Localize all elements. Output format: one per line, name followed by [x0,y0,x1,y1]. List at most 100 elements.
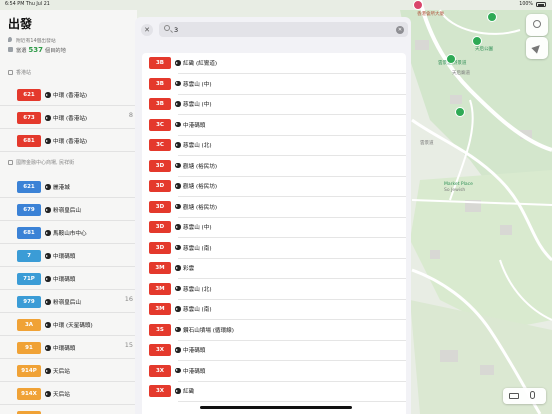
route-badge: 3B [149,98,171,110]
search-result-row[interactable]: 3C 中港碼頭 [142,115,406,136]
direction-arrow-icon [175,203,181,209]
direction-arrow-icon [175,367,181,373]
departure-row[interactable]: 679 粉嶺皇后山 [0,198,137,221]
departure-row[interactable]: 621 中環 (香港站) [0,83,137,106]
route-badge: 3X [149,344,171,356]
departure-row[interactable]: 914X 天后站 [0,382,137,405]
direction-arrow-icon [45,299,51,305]
route-badge: 679 [17,204,41,216]
map-pin[interactable] [455,107,465,117]
destination-label: 中環碼頭 [53,277,76,283]
departure-row[interactable]: 673 中環 (香港站) 8 [0,106,137,129]
home-indicator[interactable] [200,406,352,409]
search-result-row[interactable]: 3D 觀塘 (裕民坊) [142,156,406,177]
route-badge: 3M [149,303,171,315]
battery-icon [536,2,546,7]
direction-arrow-icon [175,265,181,271]
destination-label: 中環 (天星碼頭) [53,323,93,329]
search-result-row[interactable]: 3D 慈雲山 (中) [142,217,406,238]
departure-row[interactable]: 3A 中環 (天星碼頭) [0,313,137,336]
status-right: 100% [519,2,546,7]
destination-label: 中環 (香港站) [53,93,88,99]
search-result-row[interactable]: 3S 鑽石山墳場 (循環線) [142,320,406,341]
route-search-modal: ✕ ✕ 3B紅磡 (紅鸞道)3B慈雲山 (中)3B慈雲山 (中)3C中港碼頭3C… [135,17,411,414]
map-pin[interactable] [472,36,482,46]
destination-label: 中環 (香港站) [53,139,88,145]
departure-row[interactable]: 681 馬鞍山市中心 [0,221,137,244]
info-icon [533,20,541,28]
route-badge: 3X [149,385,171,397]
route-badge: 3S [149,323,171,336]
destination-label: 中港碼頭 [183,348,206,354]
search-result-row[interactable]: 3B 紅磡 (紅鸞道) [142,53,406,74]
departure-row[interactable]: 979 粉嶺皇后山 16 [0,290,137,313]
destination-label: 中港碼頭 [183,368,206,375]
destination-label: 天后站 [53,392,70,398]
route-badge: 681 [17,227,41,239]
search-result-row[interactable]: 3B 慈雲山 (中) [142,94,406,115]
direction-arrow-icon [175,80,181,86]
search-result-row[interactable]: 3M 慈雲山 (北) [142,279,406,300]
map-label: 天后公園 [475,47,493,52]
departure-row[interactable]: 681 中環 (香港站) [0,129,137,152]
search-icon [164,25,170,31]
nearby-routes-text: 當選 537 個目的地 [16,46,66,54]
microphone-icon[interactable] [530,391,535,399]
destination-label: 慈雲山 (北) [183,143,212,149]
eta-minutes: 8 [128,111,133,119]
map-info-button[interactable] [526,14,548,36]
destination-label: 觀塘 (裕民坊) [183,204,218,211]
departure-row[interactable]: 914P 天后站 [0,359,137,382]
search-result-row[interactable]: 3X 紅磡 [142,381,406,402]
route-badge: 7 [17,250,41,262]
destination-label: 慈雲山 (中) [183,225,212,231]
search-result-row[interactable]: 3B 慈雲山 (中) [142,74,406,95]
destination-label: 紅磡 (紅鸞道) [183,61,218,67]
route-badge: 914P [17,365,41,377]
keyboard-icon[interactable] [509,393,519,399]
search-result-row[interactable]: 3M 慈雲山 (南) [142,299,406,320]
departure-row[interactable]: 621 麗港城 [0,175,137,198]
bus-icon [8,160,13,165]
search-result-row[interactable]: 3X 中港碼頭 [142,340,406,361]
search-result-row[interactable]: 3M 彩雲 [142,258,406,279]
status-time: 6:54 PM Thu Jul 21 [5,2,50,7]
search-result-row[interactable]: 3C 慈雲山 (北) [142,135,406,156]
section-header: 國際金融中心商場, 民祥街 [8,159,74,166]
search-result-row[interactable]: 3X 中港碼頭 [142,361,406,382]
search-input[interactable] [174,23,374,36]
destination-label: 粉嶺皇后山 [53,300,81,306]
direction-arrow-icon [175,306,181,312]
search-result-row[interactable]: 3D 慈雲山 (南) [142,238,406,259]
destination-label: 中港碼頭 [183,122,206,129]
destination-label: 彩雲 [183,266,195,272]
departure-row[interactable]: 94中環碼頭 [0,405,137,414]
clear-icon[interactable]: ✕ [396,25,404,34]
direction-arrow-icon [45,138,51,144]
keyboard-dictation-bar[interactable] [503,388,546,404]
departure-row[interactable]: 91 中環碼頭 15 [0,336,137,359]
search-box[interactable]: ✕ [159,22,408,37]
map-pin[interactable] [487,12,497,22]
destination-label: 慈雲山 (南) [183,245,212,252]
route-badge: 979 [17,296,41,308]
search-result-row[interactable]: 3D 觀塘 (裕民坊) [142,176,406,197]
status-bar: 6:54 PM Thu Jul 21 100% [0,0,552,10]
close-button[interactable]: ✕ [141,24,153,36]
direction-arrow-icon [175,162,181,168]
route-badge: 681 [17,135,41,147]
direction-arrow-icon [175,244,181,250]
destination-label: 鑽石山墳場 (循環線) [183,327,234,334]
destination-label: 麗港城 [53,185,70,191]
location-button[interactable] [526,37,548,59]
nearby-routes-prefix: 當選 [16,48,27,54]
departure-row[interactable]: 7 中環碼頭 [0,244,137,267]
route-badge: 71P [17,273,41,285]
destination-label: 觀塘 (裕民坊) [183,184,218,190]
route-badge: 3D [149,200,171,213]
direction-arrow-icon [45,345,51,351]
map-pin[interactable] [446,54,456,64]
departures-panel: 出發 附近有14個出發站 當選 537 個目的地 香港站 國際金融中心商場, 民祥街… [0,10,137,414]
search-result-row[interactable]: 3D 觀塘 (裕民坊) [142,197,406,218]
departure-row[interactable]: 71P 中環碼頭 [0,267,137,290]
